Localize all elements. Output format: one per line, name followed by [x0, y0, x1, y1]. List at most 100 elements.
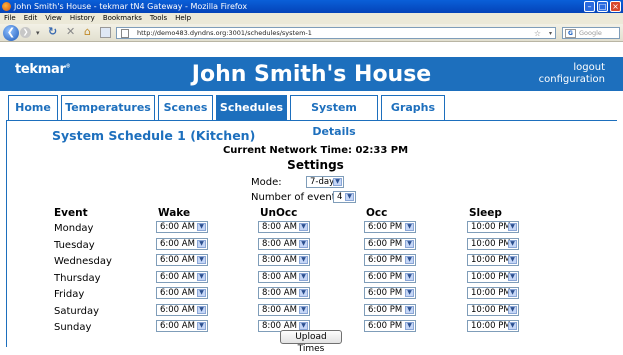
sleep-time-select[interactable]: 10:00 PM ▼ — [467, 320, 519, 332]
time-value: 10:00 PM — [471, 222, 511, 232]
occ-time-select[interactable]: 6:00 PM ▼ — [364, 303, 416, 316]
time-value: 6:00 PM — [368, 238, 403, 249]
occ-time-select[interactable]: 6:00 PM ▼ — [364, 287, 416, 299]
mode-value: 7-day — [310, 177, 335, 187]
chevron-down-icon: ▼ — [508, 239, 517, 248]
unocc-time-select[interactable]: 8:00 AM ▼ — [258, 270, 310, 283]
logout-link[interactable]: logout — [539, 62, 605, 74]
search-box[interactable]: G Google ⌕ — [562, 27, 620, 39]
occ-time-select[interactable]: 6:00 PM ▼ — [364, 320, 416, 332]
menu-tools[interactable]: Tools — [150, 13, 167, 24]
chevron-down-icon: ▼ — [197, 223, 206, 231]
events-select[interactable]: 4 ▼ — [333, 191, 356, 203]
time-value: 6:00 PM — [368, 222, 403, 232]
unocc-time-select[interactable]: 8:00 AM ▼ — [258, 287, 310, 299]
forward-arrow-icon[interactable]: ❯ — [20, 27, 31, 38]
time-value: 6:00 PM — [368, 304, 403, 315]
occ-time-select[interactable]: 6:00 PM ▼ — [364, 221, 416, 233]
sleep-time-select[interactable]: 10:00 PM ▼ — [467, 287, 519, 299]
mode-select[interactable]: 7-day ▼ — [306, 176, 344, 188]
sleep-time-select[interactable]: 10:00 PM ▼ — [467, 254, 519, 266]
header-links: logout configuration — [539, 62, 605, 86]
time-value: 8:00 AM — [262, 271, 297, 282]
time-value: 8:00 AM — [262, 304, 297, 315]
occ-time-select[interactable]: 6:00 PM ▼ — [364, 237, 416, 250]
wake-time-select[interactable]: 6:00 AM ▼ — [156, 287, 208, 299]
configuration-link[interactable]: configuration — [539, 74, 605, 86]
menu-bookmarks[interactable]: Bookmarks — [103, 13, 142, 24]
wake-time-select[interactable]: 6:00 AM ▼ — [156, 320, 208, 332]
home-icon[interactable]: ⌂ — [84, 26, 91, 38]
time-value: 6:00 AM — [160, 321, 195, 331]
unocc-time-select[interactable]: 8:00 AM ▼ — [258, 254, 310, 266]
tab-underline — [6, 120, 617, 121]
sleep-time-select[interactable]: 10:00 PM ▼ — [467, 221, 519, 233]
column-header-event: Event — [54, 207, 88, 219]
menu-edit[interactable]: Edit — [24, 13, 38, 24]
menu-history[interactable]: History — [70, 13, 95, 24]
sleep-time-select[interactable]: 10:00 PM ▼ — [467, 303, 519, 316]
column-header-wake: Wake — [158, 207, 191, 219]
chevron-down-icon: ▼ — [508, 272, 517, 281]
time-value: 6:00 AM — [160, 288, 195, 298]
app-header: tekmar® John Smith's House logout config… — [0, 57, 623, 91]
close-icon[interactable]: × — [610, 1, 621, 12]
time-value: 6:00 PM — [368, 271, 403, 282]
chevron-down-icon: ▼ — [299, 272, 308, 281]
day-label: Friday — [54, 289, 85, 300]
wake-time-select[interactable]: 6:00 AM ▼ — [156, 254, 208, 266]
chevron-down-icon: ▼ — [299, 305, 308, 314]
schedule-title: System Schedule 1 (Kitchen) — [52, 128, 256, 143]
time-value: 8:00 AM — [262, 255, 297, 265]
tab-home[interactable]: Home — [8, 95, 58, 121]
occ-time-select[interactable]: 6:00 PM ▼ — [364, 270, 416, 283]
time-value: 8:00 AM — [262, 238, 297, 249]
tab-schedules[interactable]: Schedules — [216, 95, 287, 121]
occ-time-select[interactable]: 6:00 PM ▼ — [364, 254, 416, 266]
time-value: 8:00 AM — [262, 222, 297, 232]
bookmark-star-icon[interactable]: ☆ — [534, 28, 541, 39]
chevron-down-icon: ▼ — [345, 193, 354, 201]
url-bar[interactable]: http://demo483.dyndns.org:3001/schedules… — [116, 27, 556, 39]
google-icon[interactable]: G — [565, 29, 576, 38]
tab-temperatures[interactable]: Temperatures — [61, 95, 155, 121]
menu-view[interactable]: View — [45, 13, 62, 24]
day-label: Thursday — [54, 272, 101, 284]
page-icon — [100, 27, 111, 38]
chevron-down-icon: ▼ — [299, 256, 308, 264]
chevron-down-icon: ▼ — [405, 289, 414, 297]
chevron-down-icon: ▼ — [197, 256, 206, 264]
unocc-time-select[interactable]: 8:00 AM ▼ — [258, 303, 310, 316]
sleep-time-select[interactable]: 10:00 PM ▼ — [467, 270, 519, 283]
chevron-down-icon: ▼ — [197, 289, 206, 297]
minimize-icon[interactable]: – — [584, 1, 595, 12]
reload-icon[interactable]: ↻ — [48, 26, 57, 38]
navigation-toolbar: ❮ ❯ ▾ ↻ ✕ ⌂ http://demo483.dyndns.org:30… — [0, 24, 623, 42]
tab-graphs[interactable]: Graphs — [381, 95, 445, 121]
mode-label: Mode: — [251, 177, 282, 188]
upload-times-button[interactable]: Upload Times — [280, 330, 342, 354]
stop-icon[interactable]: ✕ — [66, 26, 75, 38]
menu-file[interactable]: File — [4, 13, 16, 24]
back-arrow-icon[interactable]: ❮ — [3, 25, 19, 41]
page-top-spacer — [0, 42, 623, 57]
menu-help[interactable]: Help — [175, 13, 191, 24]
unocc-time-select[interactable]: 8:00 AM ▼ — [258, 221, 310, 233]
url-dropdown-icon[interactable]: ▾ — [549, 28, 552, 39]
chevron-down-icon: ▼ — [508, 305, 517, 314]
tab-system-details[interactable]: System Details — [290, 95, 378, 138]
wake-time-select[interactable]: 6:00 AM ▼ — [156, 270, 208, 283]
wake-time-select[interactable]: 6:00 AM ▼ — [156, 237, 208, 250]
wake-time-select[interactable]: 6:00 AM ▼ — [156, 303, 208, 316]
firefox-icon — [2, 2, 11, 11]
unocc-time-select[interactable]: 8:00 AM ▼ — [258, 237, 310, 250]
url-text: http://demo483.dyndns.org:3001/schedules… — [137, 29, 312, 37]
history-dropdown-icon[interactable]: ▾ — [36, 27, 40, 39]
day-label: Sunday — [54, 322, 92, 333]
window-title-bar: John Smith's House - tekmar tN4 Gateway … — [0, 0, 623, 13]
sleep-time-select[interactable]: 10:00 PM ▼ — [467, 237, 519, 250]
wake-time-select[interactable]: 6:00 AM ▼ — [156, 221, 208, 233]
tab-scenes[interactable]: Scenes — [158, 95, 213, 121]
chevron-down-icon: ▼ — [299, 223, 308, 231]
maximize-icon[interactable]: □ — [597, 1, 608, 12]
